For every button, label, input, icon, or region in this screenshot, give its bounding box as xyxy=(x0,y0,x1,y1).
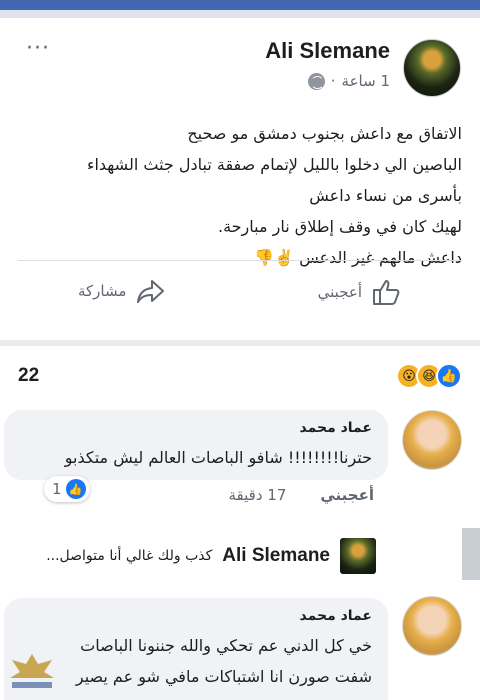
post-line: الاتفاق مع داعش بجنوب دمشق مو صحيح xyxy=(187,124,462,143)
scrollbar[interactable] xyxy=(462,528,480,580)
comment-like-count[interactable]: 1 👍 xyxy=(44,476,90,502)
top-nav-bar xyxy=(0,0,480,10)
post-body: الاتفاق مع داعش بجنوب دمشق مو صحيح الباص… xyxy=(22,118,462,273)
comment-actions: أعجبني 17 دقيقة xyxy=(229,486,375,504)
post-card: ··· Ali Slemane 1 ساعة · الاتفاق مع داعش… xyxy=(0,18,480,340)
author-avatar[interactable] xyxy=(403,39,461,97)
comment-text: خي كل الدني عم تحكي والله جننونا الباصات xyxy=(80,636,372,655)
comment-text: حترنا!!!!!!!! شافو الباصات العالم ليش مت… xyxy=(64,448,372,467)
comment-author[interactable]: عماد محمد xyxy=(20,420,373,436)
comment-reply[interactable]: Ali Slemane كذب ولك غالي أنا متواصل... xyxy=(46,538,376,574)
post-meta: 1 ساعة · xyxy=(307,72,390,90)
like-button[interactable]: أعجبني xyxy=(318,278,402,306)
reaction-count[interactable]: 22 xyxy=(18,365,39,387)
post-time[interactable]: 1 ساعة xyxy=(342,72,390,90)
post-divider xyxy=(18,260,462,261)
like-label: أعجبني xyxy=(317,283,362,301)
comment-like-button[interactable]: أعجبني xyxy=(320,486,374,504)
reply-avatar[interactable] xyxy=(340,538,376,574)
post-line: بأسرى من نساء داعش xyxy=(309,186,462,205)
watermark-logo xyxy=(10,654,54,688)
comment-like-number: 1 xyxy=(52,480,62,498)
share-arrow-icon xyxy=(137,280,165,303)
post-author-name[interactable]: Ali Slemane xyxy=(265,38,390,64)
reaction-icons: 😮 😆 👍 xyxy=(396,363,462,389)
post-line: الباصين الي دخلوا بالليل لإتمام صفقة تبا… xyxy=(86,155,462,174)
comment-bubble: عماد محمد خي كل الدني عم تحكي والله جننو… xyxy=(4,598,388,700)
reply-text: كذب ولك غالي أنا متواصل... xyxy=(46,548,213,564)
comment-bubble: عماد محمد حترنا!!!!!!!! شافو الباصات الع… xyxy=(4,410,388,480)
post-line: داعش مالهم غير الدعس ✌️👎 xyxy=(254,248,462,267)
comment-author[interactable]: عماد محمد xyxy=(20,608,373,624)
commenter-avatar[interactable] xyxy=(402,410,462,470)
commenter-avatar[interactable] xyxy=(402,596,462,656)
post-line: لهيك كان في وقف إطلاق نار مبارحة. xyxy=(218,217,462,236)
share-button[interactable]: مشاركة xyxy=(78,278,166,304)
more-options-button[interactable]: ··· xyxy=(26,38,50,60)
comment-text: شفت صورن انا اشتباكات مافي شو عم يصير xyxy=(75,667,372,686)
like-icon: 👍 xyxy=(65,479,86,499)
thumbs-up-icon xyxy=(373,280,400,305)
nav-shadow xyxy=(0,10,480,18)
share-label: مشاركة xyxy=(78,282,127,300)
like-icon: 👍 xyxy=(436,363,462,389)
reply-author[interactable]: Ali Slemane xyxy=(222,545,330,567)
comment-time[interactable]: 17 دقيقة xyxy=(229,486,287,504)
globe-icon xyxy=(307,72,325,90)
reaction-summary[interactable]: 22 😮 😆 👍 xyxy=(0,346,480,398)
